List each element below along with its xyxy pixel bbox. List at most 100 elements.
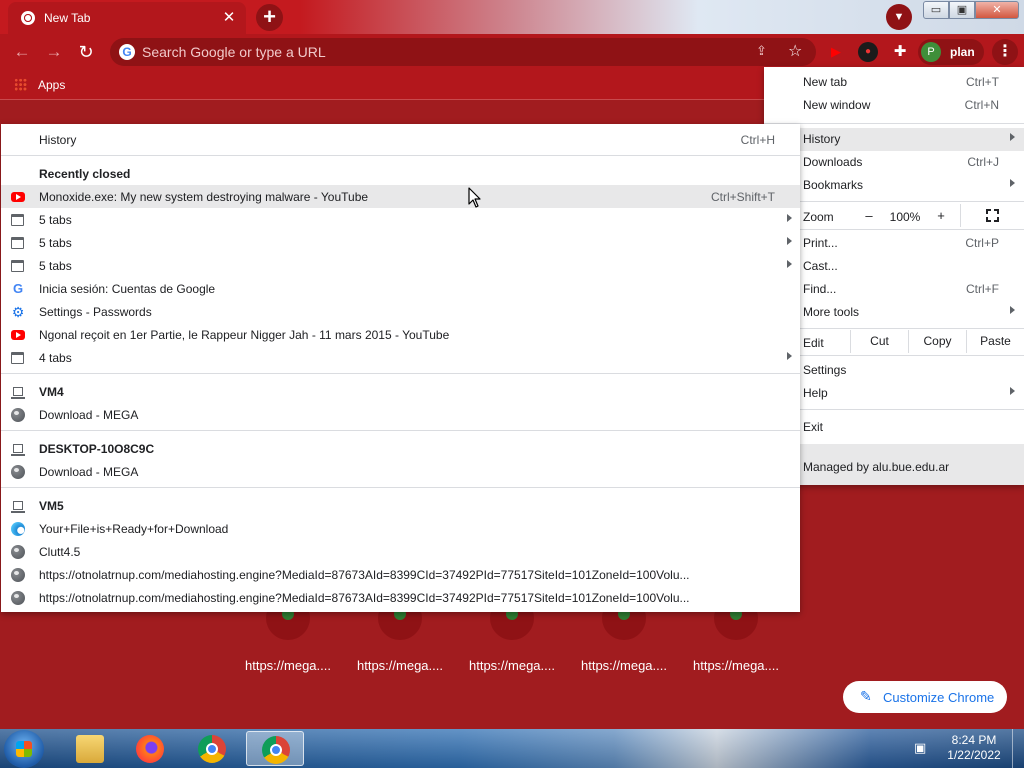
menu-divider bbox=[1, 487, 800, 488]
taskbar-clock[interactable]: 8:24 PM 1/22/2022 bbox=[942, 733, 1006, 763]
menu-item-help[interactable]: Help bbox=[764, 382, 1024, 405]
new-tab-button[interactable]: + bbox=[256, 4, 283, 31]
profile-button[interactable]: P plan bbox=[918, 39, 984, 65]
apps-bookmark[interactable]: Apps bbox=[38, 78, 65, 92]
fullscreen-button[interactable] bbox=[960, 204, 1024, 227]
menu-item-label: New window bbox=[803, 98, 871, 112]
shortcut-label: https://mega.... bbox=[581, 658, 667, 673]
window-maximize-button[interactable]: ▣ bbox=[949, 1, 975, 19]
history-item-label: Ngonal reçoit en 1er Partie, le Rappeur … bbox=[39, 328, 450, 342]
tab-close-button[interactable]: ✕ bbox=[220, 9, 238, 27]
shortcut-label: https://mega.... bbox=[693, 658, 779, 673]
submenu-arrow-icon bbox=[1010, 387, 1015, 395]
history-submenu: History Ctrl+H Recently closed Monoxide.… bbox=[1, 124, 800, 612]
omnibox[interactable]: G ⇪ ☆ bbox=[110, 38, 816, 66]
history-item-full-history[interactable]: History Ctrl+H bbox=[1, 128, 800, 151]
menu-divider bbox=[764, 201, 1024, 202]
shortcut-label: https://mega.... bbox=[245, 658, 331, 673]
menu-item-new-window[interactable]: New window Ctrl+N bbox=[764, 94, 1024, 117]
submenu-arrow-icon bbox=[1010, 306, 1015, 314]
cut-button[interactable]: Cut bbox=[850, 330, 908, 353]
taskbar-file-explorer[interactable] bbox=[64, 731, 116, 766]
menu-divider bbox=[764, 123, 1024, 124]
menu-divider bbox=[764, 409, 1024, 410]
history-item[interactable]: Download - MEGA bbox=[1, 403, 800, 426]
history-item-label: https://otnolatrnup.com/mediahosting.eng… bbox=[39, 568, 690, 582]
paste-button[interactable]: Paste bbox=[966, 330, 1024, 353]
window-close-button[interactable]: ✕ bbox=[975, 1, 1019, 19]
menu-item-cast[interactable]: Cast... bbox=[764, 255, 1024, 278]
apps-grid-icon[interactable] bbox=[14, 78, 27, 91]
menu-item-find[interactable]: Find... Ctrl+F bbox=[764, 278, 1024, 301]
menu-item-history[interactable]: History bbox=[764, 128, 1024, 151]
history-item-shortcut: Ctrl+H bbox=[740, 133, 775, 147]
menu-item-label: More tools bbox=[803, 305, 860, 319]
title-bar: New Tab ✕ + ▼ ▭ ▣ ✕ bbox=[0, 0, 1024, 34]
history-item-tab-group[interactable]: 5 tabs bbox=[1, 208, 800, 231]
zoom-row: Zoom – 100% + bbox=[764, 204, 1024, 227]
history-item[interactable]: ⚙ Settings - Passwords bbox=[1, 300, 800, 323]
forward-button[interactable]: → bbox=[42, 40, 66, 64]
show-desktop-button[interactable] bbox=[1012, 729, 1024, 768]
menu-item-downloads[interactable]: Downloads Ctrl+J bbox=[764, 151, 1024, 174]
history-item[interactable]: Monoxide.exe: My new system destroying m… bbox=[1, 185, 800, 208]
folder-icon bbox=[76, 735, 104, 763]
tab-new-tab[interactable]: New Tab ✕ bbox=[8, 2, 246, 34]
history-item[interactable]: https://otnolatrnup.com/mediahosting.eng… bbox=[1, 586, 800, 609]
history-item[interactable]: Ngonal reçoit en 1er Partie, le Rappeur … bbox=[1, 323, 800, 346]
youtube-icon bbox=[11, 330, 25, 340]
history-item-label: Download - MEGA bbox=[39, 408, 139, 422]
history-item-tab-group[interactable]: 4 tabs bbox=[1, 346, 800, 369]
history-item-tab-group[interactable]: 5 tabs bbox=[1, 254, 800, 277]
chrome-icon bbox=[21, 11, 35, 25]
gear-icon: ⚙ bbox=[11, 304, 25, 320]
network-icon[interactable]: ▣ bbox=[914, 740, 926, 756]
history-item[interactable]: Download - MEGA bbox=[1, 460, 800, 483]
history-item-tab-group[interactable]: 5 tabs bbox=[1, 231, 800, 254]
menu-item-exit[interactable]: Exit bbox=[764, 416, 1024, 439]
copy-button[interactable]: Copy bbox=[908, 330, 966, 353]
youtube-extension-icon[interactable]: ▶ bbox=[826, 42, 846, 62]
managed-by-label: Managed by alu.bue.edu.ar bbox=[803, 460, 950, 474]
history-item-label: 5 tabs bbox=[39, 259, 72, 273]
start-button[interactable] bbox=[4, 730, 44, 768]
menu-item-label: Find... bbox=[803, 282, 837, 296]
history-item[interactable]: Clutt4.5 bbox=[1, 540, 800, 563]
history-item[interactable]: G Inicia sesión: Cuentas de Google bbox=[1, 277, 800, 300]
taskbar-chrome-active[interactable] bbox=[246, 731, 304, 766]
zoom-in-button[interactable]: + bbox=[928, 204, 954, 227]
history-item[interactable]: https://otnolatrnup.com/mediahosting.eng… bbox=[1, 563, 800, 586]
submenu-arrow-icon bbox=[787, 352, 792, 360]
menu-divider bbox=[764, 229, 1024, 230]
window-minimize-button[interactable]: ▭ bbox=[923, 1, 949, 19]
menu-item-new-tab[interactable]: New tab Ctrl+T bbox=[764, 71, 1024, 94]
taskbar-firefox[interactable] bbox=[124, 731, 176, 766]
back-button[interactable]: ← bbox=[10, 40, 34, 64]
bookmark-star-icon[interactable]: ☆ bbox=[788, 41, 802, 61]
menu-item-settings[interactable]: Settings bbox=[764, 359, 1024, 382]
history-item[interactable]: Your+File+is+Ready+for+Download bbox=[1, 517, 800, 540]
share-icon[interactable]: ⇪ bbox=[756, 43, 767, 59]
chrome-menu-button[interactable]: ⋮ bbox=[992, 39, 1018, 65]
mouse-pointer-icon bbox=[468, 187, 481, 208]
device-name: DESKTOP-10O8C9C bbox=[39, 442, 155, 456]
zoom-out-button[interactable]: – bbox=[856, 204, 882, 227]
menu-divider bbox=[1, 373, 800, 374]
managed-by-notice[interactable]: Managed by alu.bue.edu.ar bbox=[764, 444, 1024, 485]
extensions-puzzle-icon[interactable]: ✚ bbox=[890, 42, 910, 62]
device-heading: VM4 bbox=[1, 380, 800, 403]
taskbar-chrome[interactable] bbox=[186, 731, 238, 766]
tab-search-button[interactable]: ▼ bbox=[886, 4, 912, 30]
menu-item-bookmarks[interactable]: Bookmarks bbox=[764, 174, 1024, 197]
menu-item-print[interactable]: Print... Ctrl+P bbox=[764, 232, 1024, 255]
reload-button[interactable]: ↻ bbox=[74, 40, 98, 64]
omnibox-input[interactable] bbox=[142, 43, 702, 61]
chrome-main-menu: New tab Ctrl+T New window Ctrl+N History… bbox=[764, 67, 1024, 485]
history-item-label: Inicia sesión: Cuentas de Google bbox=[39, 282, 216, 296]
submenu-arrow-icon bbox=[787, 214, 792, 222]
customize-chrome-button[interactable]: ✎ Customize Chrome bbox=[843, 681, 1007, 713]
laptop-icon bbox=[11, 499, 25, 513]
extension-icon[interactable]: ● bbox=[858, 42, 878, 62]
menu-item-more-tools[interactable]: More tools bbox=[764, 301, 1024, 324]
edit-row: Edit Cut Copy Paste bbox=[764, 330, 1024, 353]
